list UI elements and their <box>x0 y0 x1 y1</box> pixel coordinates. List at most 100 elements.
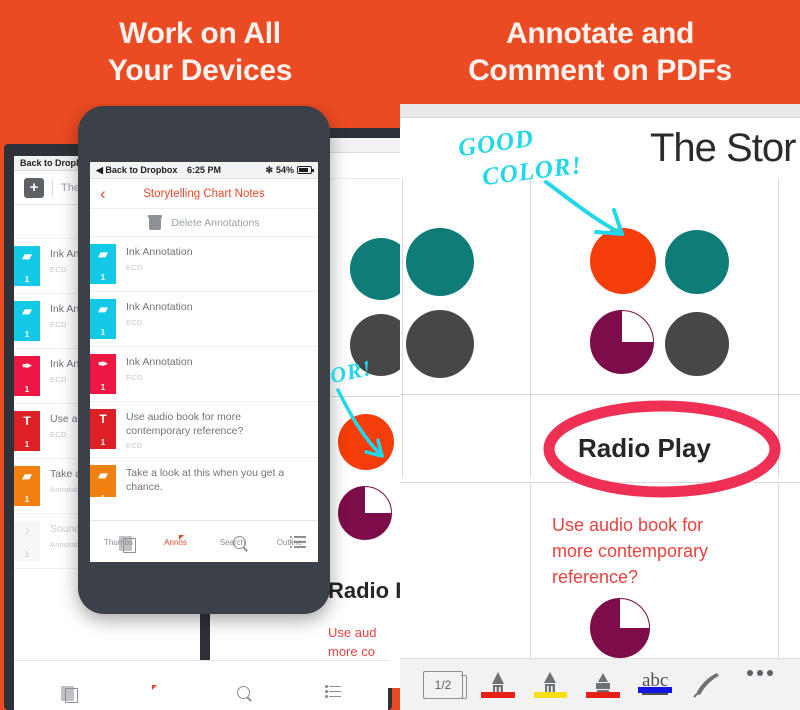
toolbar-divider <box>52 178 53 197</box>
text-tool[interactable]: abc <box>629 670 681 695</box>
pdf-circle-teal-left <box>406 228 474 296</box>
annotation-row[interactable]: T1Use audio book for more contemporary r… <box>90 402 318 459</box>
phone-status-right: ✻ 54% <box>265 164 314 176</box>
pdf-gridline-v-1 <box>402 178 403 478</box>
annotation-title: Take a look at this when you get a chanc… <box>126 467 285 493</box>
left-header-line2: Your Devices <box>107 53 293 87</box>
more-tool[interactable] <box>734 669 786 676</box>
left-header: Work on All Your Devices <box>0 0 400 104</box>
tool-color-indicator <box>481 691 515 698</box>
tool-color-indicator <box>638 686 672 693</box>
pdf-circle-gray-left <box>406 310 474 378</box>
annotation-page-badge: 1 <box>100 328 106 337</box>
phone-delete-annotations-row[interactable]: Delete Annotations <box>90 209 318 237</box>
ink-note-line1: GOOD <box>456 124 536 163</box>
pdf-gridline-v-2 <box>530 178 531 478</box>
tab-outline[interactable]: Outline <box>261 535 318 548</box>
annotation-type-chip: ▰1 <box>14 466 40 506</box>
text-icon: T <box>23 414 31 428</box>
annotation-title: Ink Annotation <box>126 356 193 368</box>
phone-annotation-list[interactable]: ▰ 1 Ink Annotation ECD ▰ 1 Ink Annotation ECD ✒ 1… <box>90 237 318 497</box>
signature-tool[interactable] <box>681 670 733 698</box>
pdf-document-page: The Stor GOOD COLOR! Radio Play Use audi… <box>400 118 800 658</box>
text-icon: T <box>99 412 107 426</box>
phone-screen: ◀ Back to Dropbox 6:25 PM ✻ 54% ‹ Storyt… <box>90 162 318 562</box>
tablet-bottom-tab-bar[interactable] <box>14 660 388 710</box>
tool-color-indicator <box>586 691 620 698</box>
add-annotation-icon[interactable] <box>24 177 44 198</box>
annotation-page-badge: 1 <box>24 330 30 339</box>
left-header-line1: Work on All <box>119 17 281 50</box>
annotation-type-chip: ▰1 <box>90 299 116 339</box>
pdf-pie-maroon-1 <box>338 486 392 540</box>
annotation-row[interactable]: ▰1Ink AnnotationECD <box>90 237 318 292</box>
annotation-page-badge: 1 <box>24 385 30 394</box>
quill-icon <box>693 672 720 698</box>
annotation-author: ECD <box>126 262 143 272</box>
tool-color-indicator <box>533 691 568 698</box>
annotation-row[interactable]: ▰ 1 Take a look at this when you get a cha… <box>90 458 318 497</box>
right-header: Annotate and Comment on PDFs <box>400 0 800 104</box>
annotation-text: Take a look at this when you get a chanc… <box>126 465 308 497</box>
annotation-author: ECD <box>126 372 143 382</box>
annotation-author: ECD <box>126 317 143 327</box>
pdf-circle-teal-1 <box>350 238 400 300</box>
annotation-type-chip: ✒ 1 <box>14 356 40 396</box>
ink-arrow-partial <box>336 388 384 458</box>
annotation-type-chip: ▰1 <box>14 246 40 286</box>
annotation-title: Ink Annotation <box>126 246 193 258</box>
annotation-title: Ink Annotation <box>126 301 193 313</box>
annotation-page-badge: 1 <box>100 273 106 282</box>
pdf-pie-maroon-lower <box>590 598 650 658</box>
annotation-text: Ink Annotation ECD <box>126 354 193 382</box>
annotation-page-badge: 1 <box>24 440 30 449</box>
pen-tool[interactable] <box>524 670 576 700</box>
pencil-tool[interactable] <box>472 670 524 700</box>
pdf-annotation-toolbar[interactable]: 1/2 abc <box>400 658 800 710</box>
annotation-type-chip: T1 <box>14 411 40 451</box>
tab-annos[interactable]: Annos <box>147 536 204 547</box>
annotation-type-chip: ✒ 1 <box>90 354 116 394</box>
comment-icon: ▰ <box>22 304 32 318</box>
comment-icon: ▰ <box>22 249 32 263</box>
annotation-page-badge: 1 <box>24 495 30 504</box>
annotation-row[interactable]: ✒1Ink AnnotationECD <box>90 347 318 402</box>
bluetooth-icon: ✻ <box>265 164 273 175</box>
annotation-page-badge: 1 <box>100 438 106 447</box>
app-screenshot: Work on All Your Devices Annotate and Co… <box>0 0 800 710</box>
right-panel-pdf: The Stor GOOD COLOR! Radio Play Use audi… <box>400 104 800 710</box>
ink-pen-icon: ✒ <box>21 359 33 373</box>
chevron-left-icon[interactable]: ‹ <box>100 185 106 202</box>
pdf-gridline-v-4 <box>530 482 531 658</box>
annotation-type-chip: T1 <box>90 409 116 449</box>
pdf-red-note: Use audio book for more contemporary ref… <box>552 512 708 590</box>
pdf-red-note-partial-1: Use aud <box>328 625 377 640</box>
left-panel-devices: Back to Dropbox The Storytelling Chart N… <box>0 104 400 710</box>
highlighter-tool[interactable] <box>577 670 629 700</box>
pdf-radio-play-partial: Radio Play <box>328 578 400 603</box>
ellipsis-icon <box>746 669 773 676</box>
annotation-text: Ink Annotation ECD <box>126 299 193 327</box>
tab-label: Annos <box>164 538 187 547</box>
phone-tab-bar[interactable]: Thumbs Annos SearchOutline <box>90 520 318 562</box>
annotation-page-badge: 1 <box>100 383 106 392</box>
phone-delete-annotations-label: Delete Annotations <box>171 216 260 229</box>
annotation-row[interactable]: ▰1 Ink Annotation ECD <box>90 292 318 347</box>
annotation-text: Use audio book for more contemporary ref… <box>126 409 308 450</box>
tab-thumbs[interactable]: Thumbs <box>90 536 147 547</box>
comment-icon: ▰ <box>22 469 32 483</box>
annotation-page-badge: 1 <box>101 494 105 497</box>
battery-percent: 54% <box>275 165 294 175</box>
ink-pen-icon: ✒ <box>97 357 109 371</box>
annotation-page-badge: 1 <box>24 275 30 284</box>
pdf-radio-play-label: Radio Play <box>578 433 711 463</box>
tab-search[interactable]: Search <box>204 536 261 547</box>
comment-icon: ▰ <box>98 468 108 483</box>
pdf-red-note-line2: more contemporary <box>552 541 709 562</box>
page-indicator[interactable]: 1/2 <box>414 659 472 710</box>
right-header-line2: Comment on PDFs <box>468 53 732 87</box>
pdf-doc-heading: The Stor <box>650 126 796 170</box>
page-indicator-label: 1/2 <box>423 670 467 699</box>
annotation-title: Use audio book for more contemporary ref… <box>126 411 244 437</box>
pdf-gridline-h-1 <box>400 394 800 395</box>
